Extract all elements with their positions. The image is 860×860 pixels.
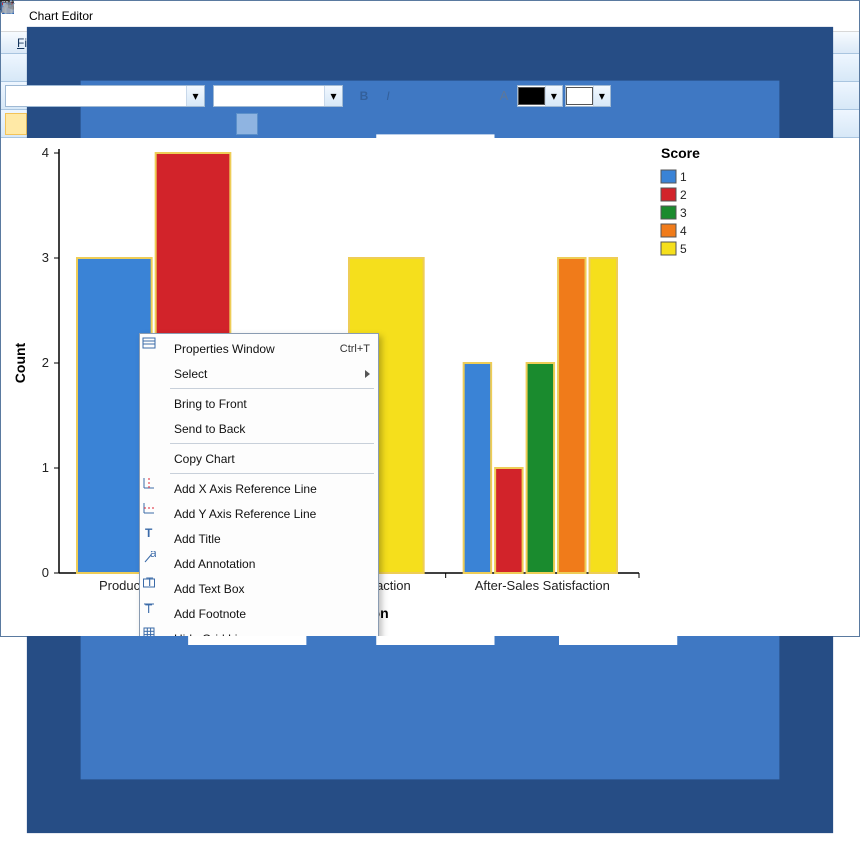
ctx-send-back[interactable]: Send to Back bbox=[142, 416, 376, 441]
legend-swatch[interactable] bbox=[661, 242, 676, 255]
ctx-bring-front[interactable]: Bring to Front bbox=[142, 391, 376, 416]
scatter-icon[interactable] bbox=[151, 113, 173, 135]
legend-swatch[interactable] bbox=[661, 206, 676, 219]
svg-text:2: 2 bbox=[680, 188, 687, 202]
font-family-combo[interactable]: ▾ bbox=[5, 85, 205, 107]
svg-text:a: a bbox=[150, 551, 156, 560]
lasso-icon[interactable] bbox=[210, 57, 232, 79]
fill-color-combo[interactable]: ▾ bbox=[517, 85, 563, 107]
chevron-down-icon: ▾ bbox=[593, 86, 610, 106]
svg-text:T: T bbox=[145, 526, 153, 540]
svg-text:Count: Count bbox=[12, 342, 28, 383]
chart-canvas[interactable]: 01234CountProduct satisfactionPurchase s… bbox=[1, 138, 859, 636]
svg-text:0: 0 bbox=[42, 565, 49, 580]
point-id-icon[interactable] bbox=[234, 57, 256, 79]
ctx-add-x-ref[interactable]: Add X Axis Reference Line bbox=[142, 476, 376, 501]
chevron-down-icon: ▾ bbox=[324, 86, 342, 106]
window: Chart Editor File Edit View Options Elem… bbox=[0, 0, 860, 637]
svg-text:3: 3 bbox=[680, 206, 687, 220]
text-color-button[interactable]: A bbox=[493, 85, 515, 107]
align-left-button[interactable] bbox=[409, 85, 431, 107]
font-size-combo[interactable]: ▾ bbox=[213, 85, 343, 107]
svg-text:3: 3 bbox=[42, 250, 49, 265]
svg-text:T: T bbox=[146, 576, 154, 589]
svg-text:1: 1 bbox=[680, 170, 687, 184]
step-icon[interactable] bbox=[175, 113, 197, 135]
bar[interactable] bbox=[495, 468, 522, 573]
legend-swatch[interactable] bbox=[661, 224, 676, 237]
legend-swatch[interactable] bbox=[661, 170, 676, 183]
bar[interactable] bbox=[558, 258, 585, 573]
legend-swatch[interactable] bbox=[661, 188, 676, 201]
align-center-button[interactable] bbox=[433, 85, 455, 107]
chevron-down-icon: ▾ bbox=[545, 86, 562, 106]
line-markers-icon[interactable] bbox=[127, 113, 149, 135]
ctx-properties[interactable]: Properties WindowCtrl+T bbox=[142, 336, 376, 361]
fill-color-combo-2[interactable]: ▾ bbox=[565, 85, 611, 107]
ctx-copy-chart[interactable]: Copy Chart bbox=[142, 446, 376, 471]
distribution-icon[interactable] bbox=[186, 57, 208, 79]
ctx-select[interactable]: Select bbox=[142, 361, 376, 386]
ctx-add-textbox[interactable]: TAdd Text Box bbox=[142, 576, 376, 601]
bar[interactable] bbox=[464, 363, 491, 573]
svg-text:1: 1 bbox=[42, 460, 49, 475]
area-icon[interactable] bbox=[212, 113, 234, 135]
svg-text:4: 4 bbox=[42, 145, 49, 160]
svg-text:Score: Score bbox=[661, 145, 700, 161]
ctx-add-footnote[interactable]: TAdd Footnote bbox=[142, 601, 376, 626]
svg-text:After-Sales Satisfaction: After-Sales Satisfaction bbox=[475, 578, 610, 593]
titlebar: Chart Editor bbox=[1, 1, 859, 32]
ctx-add-title[interactable]: TAdd Title bbox=[142, 526, 376, 551]
svg-text:T: T bbox=[145, 602, 153, 615]
ctx-add-y-ref[interactable]: Add Y Axis Reference Line bbox=[142, 501, 376, 526]
ctx-add-annotation[interactable]: aAdd Annotation bbox=[142, 551, 376, 576]
svg-text:2: 2 bbox=[42, 355, 49, 370]
svg-text:5: 5 bbox=[680, 242, 687, 256]
chevron-down-icon: ▾ bbox=[186, 86, 204, 106]
bar[interactable] bbox=[590, 258, 617, 573]
align-right-button[interactable] bbox=[457, 85, 479, 107]
italic-button[interactable]: I bbox=[377, 85, 399, 107]
interpolation-icon[interactable] bbox=[162, 57, 184, 79]
pie-icon[interactable] bbox=[236, 113, 258, 135]
bar[interactable] bbox=[527, 363, 554, 573]
ctx-hide-grid[interactable]: Hide Grid Lines bbox=[142, 626, 376, 636]
context-menu: Properties WindowCtrl+T Select Bring to … bbox=[139, 333, 379, 636]
svg-text:4: 4 bbox=[680, 224, 687, 238]
bold-button[interactable]: B bbox=[353, 85, 375, 107]
